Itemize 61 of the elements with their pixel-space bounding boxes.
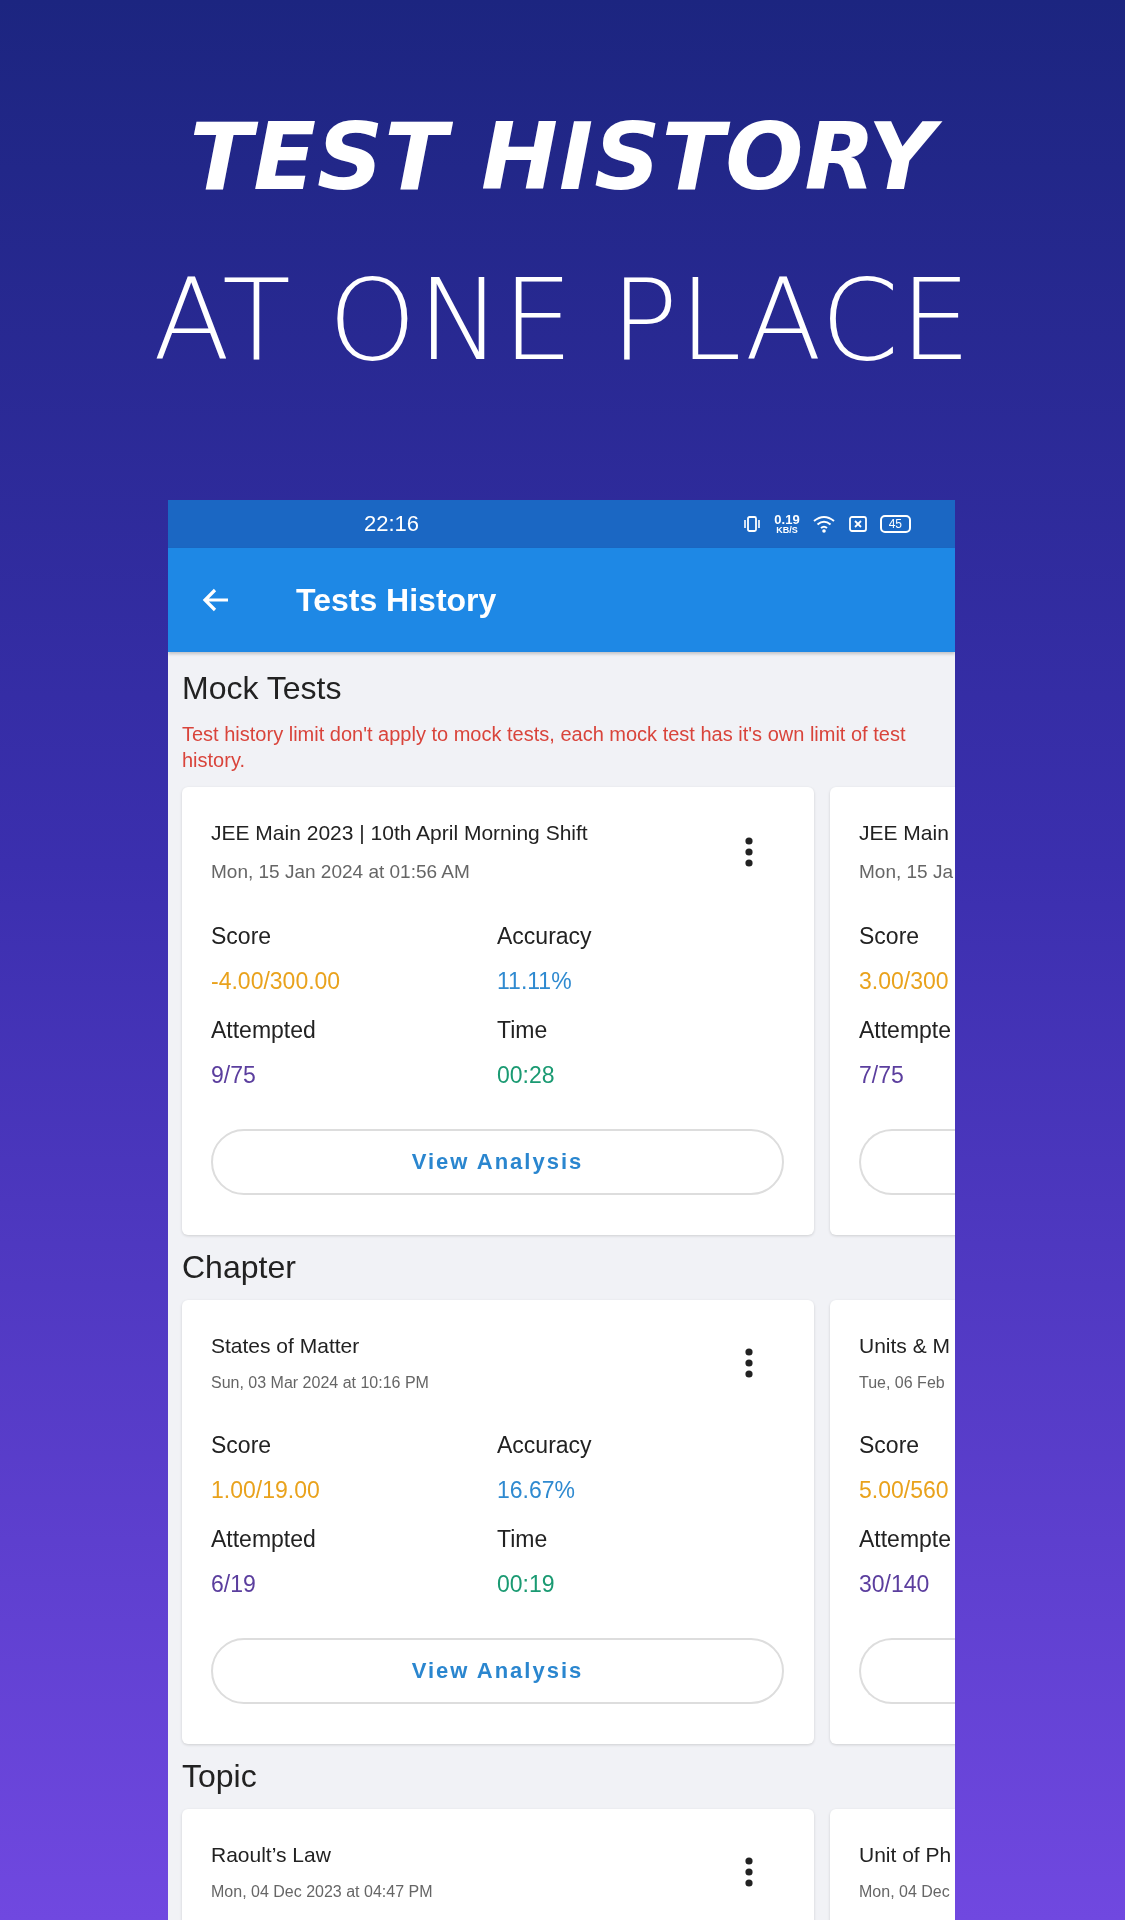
no-sim-icon [847, 514, 868, 534]
stat-value: 30/140 [859, 1571, 931, 1598]
stat-label: Score [211, 1432, 273, 1459]
section-title: Topic [182, 1758, 258, 1795]
stat-value: 00:19 [497, 1571, 556, 1598]
test-card[interactable]: JEE Main 2023 | 10th April Morning Shift Mon, 15 Jan 2024 at 01:56 AM Score -4.00/300.00 Attempted 9/75 Accuracy 11.11% Time 00:28 View Analysis [182, 787, 814, 1235]
headline-title: TEST HISTORY [175, 100, 950, 215]
test-card[interactable]: States of Matter Sun, 03 Mar 2024 at 10:16 PM Score 1.00/19.00 Attempted 6/19 Accuracy 16.67% Time 00:19 View Analysis [182, 1300, 814, 1744]
test-date: Mon, 04 Dec [859, 1883, 951, 1901]
stat-value: -4.00/300.00 [211, 968, 342, 995]
test-card[interactable]: JEE Main Mon, 15 Ja Score 3.00/300 Attempte 7/75 [830, 787, 955, 1235]
test-card[interactable]: Raoult’s Law Mon, 04 Dec 2023 at 04:47 PM [182, 1809, 814, 1920]
test-card[interactable]: Unit of Ph Mon, 04 Dec [830, 1809, 955, 1920]
test-name: Unit of Ph [859, 1843, 953, 1867]
stat-label: Attempte [859, 1017, 953, 1044]
test-name: States of Matter [211, 1334, 361, 1358]
section-title: Chapter [182, 1249, 297, 1286]
wifi-icon [811, 514, 836, 534]
test-date: Mon, 04 Dec 2023 at 04:47 PM [211, 1883, 434, 1901]
stat-label: Attempte [859, 1526, 953, 1553]
stat-value: 16.67% [497, 1477, 576, 1504]
stat-label: Time [497, 1526, 549, 1553]
stat-value: 3.00/300 [859, 968, 950, 995]
network-speed-unit: KB/S [776, 526, 798, 535]
stat-value: 7/75 [859, 1062, 905, 1089]
test-card[interactable]: Units & M Tue, 06 Feb Score 5.00/560 Attempte 30/140 [830, 1300, 955, 1744]
stat-label: Accuracy [497, 1432, 593, 1459]
status-time: 22:16 [364, 511, 420, 537]
stat-value: 9/75 [211, 1062, 257, 1089]
limit-note: Test history limit don't apply to mock tests, each mock test has it's own limit of test history. [182, 722, 907, 773]
section-title: Mock Tests [182, 670, 343, 707]
test-date: Mon, 15 Ja [859, 861, 954, 883]
test-date: Sun, 03 Mar 2024 at 10:16 PM [211, 1374, 430, 1392]
headline-subtitle: AT ONE PLACE [153, 255, 972, 385]
stat-label: Accuracy [497, 923, 593, 950]
test-date: Mon, 15 Jan 2024 at 01:56 AM [211, 861, 471, 883]
vibrate-icon [742, 514, 763, 534]
stat-value: 00:28 [497, 1062, 556, 1089]
stat-label: Time [497, 1017, 549, 1044]
stat-label: Attempted [211, 1017, 317, 1044]
test-name: JEE Main 2023 | 10th April Morning Shift [211, 821, 589, 845]
more-options-icon[interactable] [744, 1857, 754, 1887]
more-options-icon[interactable] [744, 1348, 754, 1378]
stat-value: 5.00/560 [859, 1477, 950, 1504]
stat-value: 6/19 [211, 1571, 257, 1598]
network-speed: 0.19 [774, 513, 800, 526]
stat-label: Score [859, 1432, 921, 1459]
view-analysis-button[interactable]: View Analysis [211, 1129, 784, 1195]
view-analysis-button[interactable]: View Analysis [211, 1638, 784, 1704]
more-options-icon[interactable] [744, 837, 754, 867]
stat-value: 1.00/19.00 [211, 1477, 321, 1504]
test-name: JEE Main [859, 821, 950, 845]
stat-label: Score [211, 923, 273, 950]
screen-title: Tests History [296, 581, 497, 619]
battery-indicator: 45 [879, 515, 911, 533]
test-name: Units & M [859, 1334, 951, 1358]
stat-label: Score [859, 923, 921, 950]
stat-label: Attempted [211, 1526, 317, 1553]
test-date: Tue, 06 Feb [859, 1374, 946, 1392]
test-name: Raoult’s Law [211, 1843, 332, 1867]
stat-value: 11.11% [497, 968, 573, 995]
